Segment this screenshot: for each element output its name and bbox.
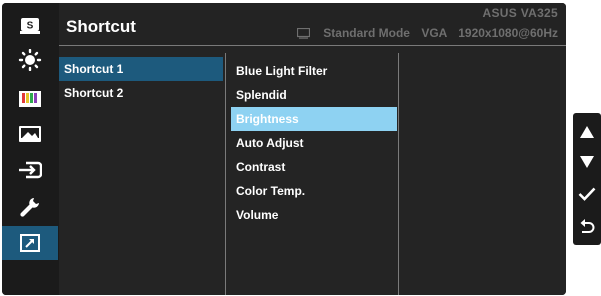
- header-divider: [59, 45, 566, 46]
- model-name: ASUS VA325: [482, 6, 558, 20]
- input-select-icon[interactable]: [2, 153, 58, 187]
- option-splendid[interactable]: Splendid: [231, 83, 397, 107]
- status-input: VGA: [421, 26, 447, 40]
- option-list: Blue Light Filter Splendid Brightness Au…: [231, 59, 397, 227]
- down-arrow-icon[interactable]: [573, 149, 601, 175]
- option-auto-adjust[interactable]: Auto Adjust: [231, 131, 397, 155]
- monitor-icon: [296, 28, 310, 39]
- menu-icon-column: S: [2, 3, 58, 295]
- image-icon[interactable]: [2, 117, 58, 151]
- list-item-shortcut-1[interactable]: Shortcut 1: [59, 57, 223, 81]
- option-volume[interactable]: Volume: [231, 203, 397, 227]
- back-icon[interactable]: [573, 213, 601, 239]
- checkmark-icon[interactable]: [573, 181, 601, 207]
- status-resolution: 1920x1080@60Hz: [458, 26, 558, 40]
- list-item-shortcut-2[interactable]: Shortcut 2: [59, 81, 223, 105]
- menu-header: Shortcut ASUS VA325 Standard Mode VGA 19…: [59, 3, 566, 45]
- splendid-icon[interactable]: S: [2, 9, 58, 43]
- brightness-icon[interactable]: [2, 43, 58, 77]
- option-color-temp[interactable]: Color Temp.: [231, 179, 397, 203]
- status-line: Standard Mode VGA 1920x1080@60Hz: [296, 26, 558, 40]
- column-divider-2: [398, 53, 399, 295]
- option-contrast[interactable]: Contrast: [231, 155, 397, 179]
- option-blue-light-filter[interactable]: Blue Light Filter: [231, 59, 397, 83]
- osd-menu: S Shortcut ASUS VA325 Standard Mode VGA …: [2, 3, 566, 295]
- option-brightness[interactable]: Brightness: [231, 107, 397, 131]
- menu-title: Shortcut: [66, 17, 136, 36]
- shortcut-icon[interactable]: [2, 226, 58, 260]
- svg-text:S: S: [27, 21, 34, 32]
- navigation-buttons: [573, 113, 601, 245]
- up-arrow-icon[interactable]: [573, 119, 601, 145]
- color-icon[interactable]: [2, 82, 58, 116]
- shortcut-list: Shortcut 1 Shortcut 2: [59, 57, 223, 105]
- system-setup-icon[interactable]: [2, 190, 58, 224]
- status-mode: Standard Mode: [323, 26, 410, 40]
- column-divider-1: [225, 53, 226, 295]
- menu-content: Shortcut ASUS VA325 Standard Mode VGA 19…: [59, 3, 566, 295]
